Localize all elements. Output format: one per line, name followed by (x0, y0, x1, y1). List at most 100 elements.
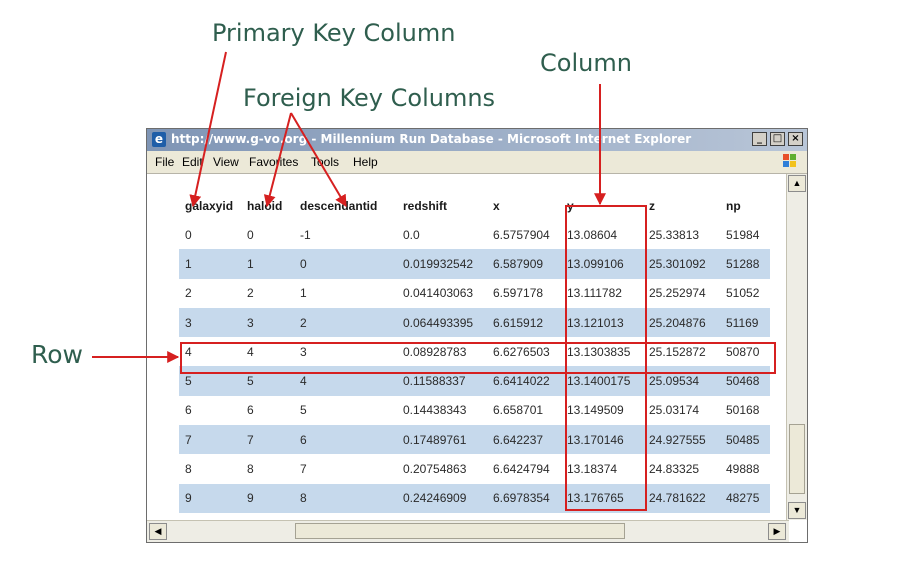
horizontal-scrollbar[interactable]: ◀ ▶ (147, 520, 789, 542)
table-cell: 13.170146 (561, 425, 643, 455)
table-cell: 1 (179, 249, 241, 279)
table-header-row: galaxyid haloid descendantid redshift x … (179, 191, 770, 220)
page-content: galaxyid haloid descendantid redshift x … (147, 174, 784, 518)
table-cell: 13.149509 (567, 403, 624, 418)
window-title: http://www.g-vo.org - Millennium Run Dat… (171, 132, 692, 146)
table-row: 4 4 3 0.08928783 6.6276503 13.1303835 25.15287… (179, 337, 770, 366)
table-cell: 0.041403063 (403, 286, 474, 301)
table-cell: 51288 (720, 249, 770, 279)
table-cell: 6.6424794 (493, 462, 550, 477)
table-cell: 0.064493395 (397, 307, 487, 338)
table-cell: 0.14438343 (403, 403, 467, 418)
table-cell: 5 (241, 366, 294, 396)
table-cell: 13.121013 (561, 307, 643, 338)
header-redshift: redshift (403, 198, 448, 213)
table-cell: 6.6414022 (487, 366, 561, 396)
table-cell: 50168 (726, 403, 760, 418)
table-cell: 13.1400175 (561, 366, 643, 396)
vertical-scroll-thumb[interactable] (789, 424, 805, 494)
browser-window: e http://www.g-vo.org - Millennium Run D… (146, 128, 808, 543)
table-cell: 1 (241, 249, 294, 279)
table-cell: 8 (294, 483, 397, 513)
table-cell: 6 (247, 403, 254, 418)
maximize-button[interactable]: □ (770, 132, 785, 146)
table-cell: 13.1303835 (567, 344, 631, 359)
menu-edit[interactable]: Edit (182, 155, 203, 169)
table-cell: 5 (300, 403, 307, 418)
row-annotation: Row (31, 340, 83, 369)
table-cell: 0.24246909 (397, 483, 487, 513)
header-galaxyid: galaxyid (185, 198, 234, 213)
table-body: 0 0 -1 0.0 6.5757904 13.08604 25.33813 51984 1 1 0… (179, 220, 770, 513)
menu-favorites[interactable]: Favorites (249, 155, 298, 169)
scroll-left-arrow-icon[interactable]: ◀ (149, 523, 167, 540)
table-cell: 0.019932542 (397, 249, 487, 279)
table-cell: 6.6978354 (487, 483, 561, 513)
table-cell: 3 (300, 344, 307, 359)
table-cell: 4 (294, 366, 397, 396)
header-np: np (726, 198, 741, 213)
table-cell: 7 (241, 425, 294, 455)
table-cell: 2 (185, 286, 192, 301)
scroll-right-arrow-icon[interactable]: ▶ (768, 523, 786, 540)
table-cell: 8 (247, 462, 254, 477)
horizontal-scroll-thumb[interactable] (295, 523, 625, 539)
table-row: 0 0 -1 0.0 6.5757904 13.08604 25.33813 51984 (179, 220, 770, 249)
menu-tools[interactable]: Tools (311, 155, 339, 169)
table-row: 7 7 6 0.17489761 6.642237 13.170146 24.927555 5… (179, 425, 770, 455)
table-cell: 0.11588337 (397, 366, 487, 396)
table-cell: 0.0 (403, 227, 420, 242)
scroll-up-arrow-icon[interactable]: ▲ (788, 175, 806, 192)
header-descendantid: descendantid (300, 198, 378, 213)
column-annotation: Column (540, 49, 632, 77)
galaxy-table: galaxyid haloid descendantid redshift x … (179, 191, 770, 513)
table-row: 5 5 4 0.11588337 6.6414022 13.1400175 25.09534… (179, 366, 770, 396)
table-cell: 50468 (720, 366, 770, 396)
table-cell: -1 (300, 227, 311, 242)
table-cell: 9 (179, 483, 241, 513)
table-cell: 6.6276503 (493, 344, 550, 359)
table-cell: 0 (185, 227, 192, 242)
header-y: y (567, 198, 574, 213)
table-cell: 13.18374 (567, 462, 618, 477)
table-cell: 25.152872 (649, 344, 706, 359)
table-cell: 6.642237 (487, 425, 561, 455)
table-cell: 6.658701 (493, 403, 544, 418)
table-row: 6 6 5 0.14438343 6.658701 13.149509 25.03174 50… (179, 396, 770, 425)
header-z: z (649, 198, 655, 213)
windows-flag-icon (783, 154, 797, 168)
minimize-button[interactable]: _ (752, 132, 767, 146)
table-cell: 24.781622 (643, 483, 720, 513)
scroll-down-arrow-icon[interactable]: ▼ (788, 502, 806, 519)
header-haloid: haloid (247, 198, 283, 213)
close-button[interactable]: × (788, 132, 803, 146)
vertical-scrollbar[interactable]: ▲ ▼ (786, 174, 807, 520)
ie-logo-icon: e (152, 132, 166, 147)
table-cell: 6.615912 (487, 307, 561, 338)
primary-key-annotation: Primary Key Column (212, 19, 456, 47)
table-cell: 13.176765 (561, 483, 643, 513)
table-cell: 0 (294, 249, 397, 279)
table-cell: 8 (185, 462, 192, 477)
menu-bar: File Edit View Favorites Tools Help (147, 151, 807, 174)
table-cell: 9 (241, 483, 294, 513)
menu-help[interactable]: Help (353, 155, 378, 169)
table-cell: 25.03174 (649, 403, 700, 418)
table-cell: 3 (179, 307, 241, 338)
table-cell: 4 (185, 344, 192, 359)
table-cell: 49888 (726, 462, 760, 477)
table-cell: 0 (247, 227, 254, 242)
table-cell: 5 (179, 366, 241, 396)
table-cell: 25.33813 (649, 227, 700, 242)
menu-file[interactable]: File (155, 155, 174, 169)
table-cell: 1 (300, 286, 307, 301)
table-cell: 24.927555 (643, 425, 720, 455)
table-cell: 25.301092 (643, 249, 720, 279)
table-cell: 6 (294, 425, 397, 455)
table-cell: 13.111782 (567, 286, 622, 301)
table-cell: 50485 (720, 425, 770, 455)
table-cell: 7 (300, 462, 307, 477)
menu-view[interactable]: View (213, 155, 239, 169)
table-cell: 2 (294, 307, 397, 338)
table-cell: 25.204876 (643, 307, 720, 338)
